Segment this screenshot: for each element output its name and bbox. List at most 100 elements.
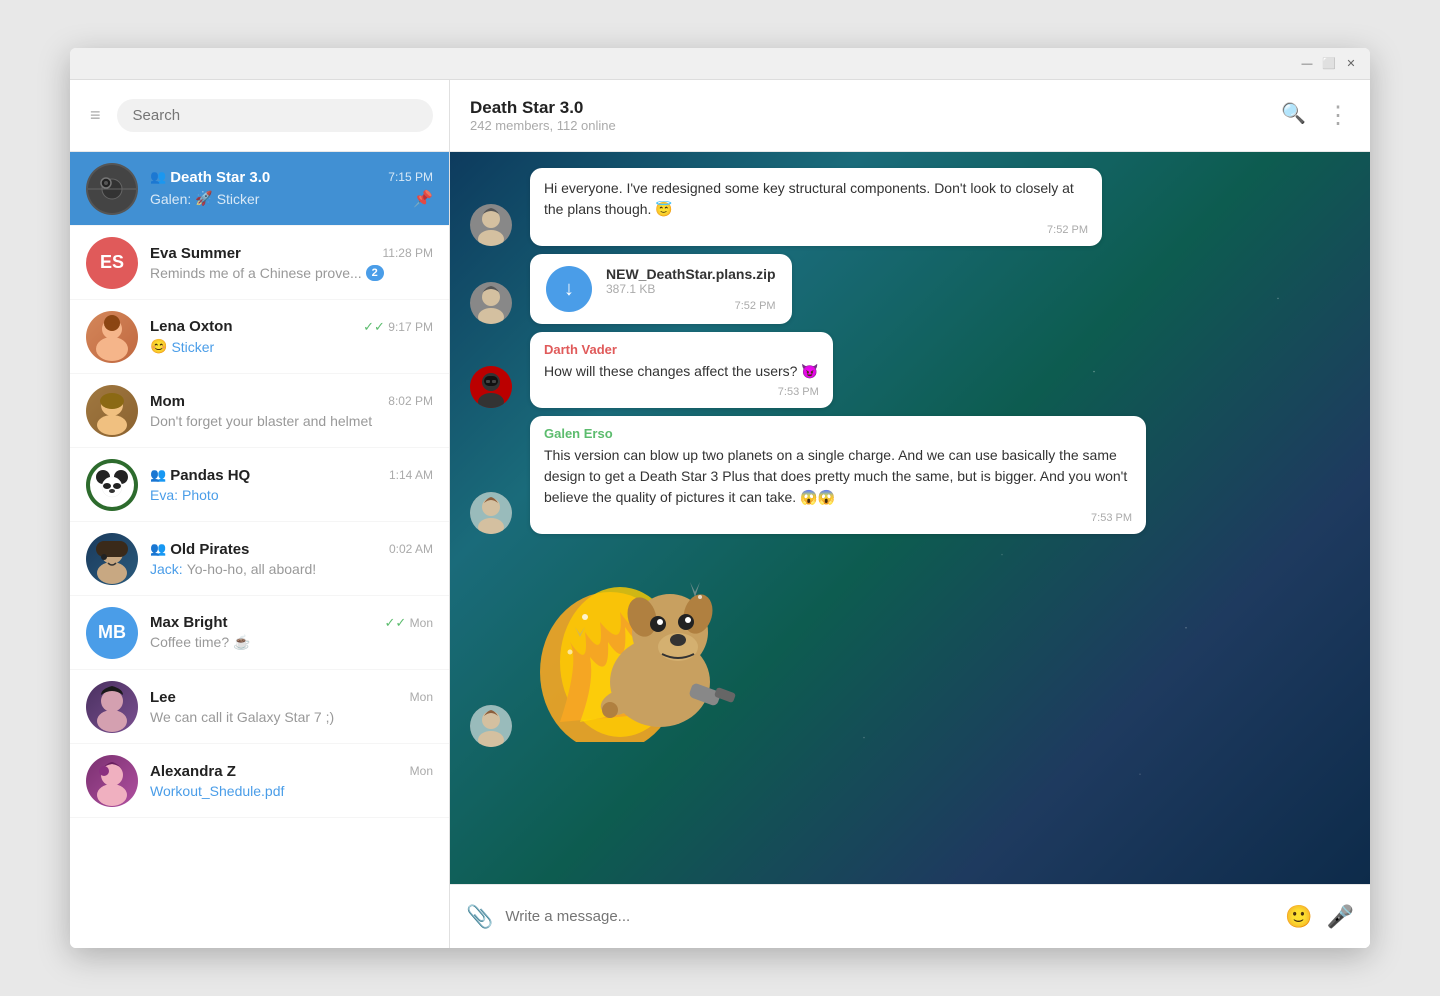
search-icon[interactable]: 🔍 (1281, 101, 1306, 130)
chat-preview-lena-oxton: 😊 Sticker (150, 338, 433, 355)
app-body: ≡ (70, 80, 1370, 948)
avatar-old-pirates (86, 533, 138, 585)
message-sticker (470, 542, 1350, 747)
chat-item-old-pirates[interactable]: 👥 Old Pirates 0:02 AM Jack: Yo-ho-ho, al… (70, 522, 449, 596)
msg-text-1: Hi everyone. I've redesigned some key st… (544, 178, 1088, 220)
message-avatar-2 (470, 282, 512, 324)
chat-time-pandas-hq: 1:14 AM (389, 468, 433, 482)
chat-item-alexandra-z[interactable]: Alexandra Z Mon Workout_Shedule.pdf (70, 744, 449, 818)
chat-item-eva-summer[interactable]: ES Eva Summer 11:28 PM Reminds me of a C… (70, 226, 449, 300)
avatar-eva-summer: ES (86, 237, 138, 289)
search-input[interactable] (117, 99, 433, 132)
chat-item-mom[interactable]: Mom 8:02 PM Don't forget your blaster an… (70, 374, 449, 448)
chat-name-eva-summer: Eva Summer (150, 245, 241, 262)
message-avatar-1 (470, 204, 512, 246)
chat-item-max-bright[interactable]: MB Max Bright ✓✓ Mon (70, 596, 449, 670)
msg-text-darth: How will these changes affect the users?… (544, 361, 819, 382)
file-name: NEW_DeathStar.plans.zip (606, 266, 776, 282)
message-avatar-darth (470, 366, 512, 408)
chat-time-mom: 8:02 PM (388, 394, 433, 408)
message-2: ↓ NEW_DeathStar.plans.zip 387.1 KB 7:52 … (470, 254, 1350, 324)
more-icon[interactable]: ⋮ (1326, 101, 1350, 130)
message-input[interactable] (505, 908, 1273, 925)
chat-header-subtitle: 242 members, 112 online (470, 118, 1281, 133)
badge-eva-summer: 2 (366, 265, 384, 281)
emoji-icon[interactable]: 🙂 (1285, 904, 1312, 930)
avatar-max-bright: MB (86, 607, 138, 659)
group-icon-death-star: 👥 (150, 169, 166, 185)
chat-info-alexandra-z: Alexandra Z Mon Workout_Shedule.pdf (150, 763, 433, 799)
chat-info-lena-oxton: Lena Oxton ✓✓ 9:17 PM 😊 Sticker (150, 318, 433, 355)
pin-icon: 📌 (413, 189, 433, 209)
chat-name-pandas-hq: 👥 Pandas HQ (150, 467, 250, 484)
chat-info-old-pirates: 👥 Old Pirates 0:02 AM Jack: Yo-ho-ho, al… (150, 541, 433, 577)
chat-preview-lee: We can call it Galaxy Star 7 ;) (150, 709, 433, 725)
chat-time-lena-oxton: ✓✓ 9:17 PM (363, 319, 433, 335)
message-3: Darth Vader How will these changes affec… (470, 332, 1350, 408)
file-download-icon[interactable]: ↓ (546, 266, 592, 312)
chat-preview-mom: Don't forget your blaster and helmet (150, 413, 433, 429)
input-right-icons: 🙂 🎤 (1285, 904, 1354, 930)
chat-time-eva-summer: 11:28 PM (383, 246, 433, 260)
check-icon-max: ✓✓ (385, 615, 407, 630)
avatar-pandas-hq (86, 459, 138, 511)
chat-info-pandas-hq: 👥 Pandas HQ 1:14 AM Eva: Photo (150, 467, 433, 503)
chat-header-icons: 🔍 ⋮ (1281, 101, 1350, 130)
chat-input-bar: 📎 🙂 🎤 (450, 884, 1370, 948)
chat-time-lee: Mon (410, 690, 433, 704)
avatar-lee (86, 681, 138, 733)
chat-item-lee[interactable]: Lee Mon We can call it Galaxy Star 7 ;) (70, 670, 449, 744)
chat-name-lee: Lee (150, 689, 176, 706)
check-icon-lena: ✓✓ (363, 319, 385, 334)
chat-preview-death-star: Galen: 🚀 Sticker 📌 (150, 189, 433, 209)
chat-panel: Death Star 3.0 242 members, 112 online 🔍… (450, 80, 1370, 948)
avatar-death-star (86, 163, 138, 215)
maximize-button[interactable]: ⬜ (1322, 57, 1336, 71)
chat-header: Death Star 3.0 242 members, 112 online 🔍… (450, 80, 1370, 152)
msg-time-2: 7:52 PM (606, 300, 776, 312)
file-size: 387.1 KB (606, 282, 776, 296)
attach-icon[interactable]: 📎 (466, 904, 493, 930)
group-icon-pandas: 👥 (150, 467, 166, 483)
chat-name-alexandra-z: Alexandra Z (150, 763, 236, 780)
chat-name-death-star: 👥 Death Star 3.0 (150, 169, 270, 186)
chat-name-lena-oxton: Lena Oxton (150, 318, 233, 335)
chat-time-max-bright: ✓✓ Mon (385, 615, 433, 631)
title-bar: — ⬜ ✕ (70, 48, 1370, 80)
message-bubble-1: Hi everyone. I've redesigned some key st… (530, 168, 1102, 246)
message-bubble-file: ↓ NEW_DeathStar.plans.zip 387.1 KB 7:52 … (530, 254, 792, 324)
chat-info-mom: Mom 8:02 PM Don't forget your blaster an… (150, 393, 433, 429)
title-bar-controls: — ⬜ ✕ (1300, 57, 1358, 71)
msg-sender-galen: Galen Erso (544, 426, 1132, 441)
sticker-wrapper (530, 542, 760, 747)
chat-header-name: Death Star 3.0 (470, 98, 1281, 118)
avatar-alexandra-z (86, 755, 138, 807)
chat-info-death-star: 👥 Death Star 3.0 7:15 PM Galen: 🚀 Sticke… (150, 169, 433, 209)
msg-sender-darth: Darth Vader (544, 342, 819, 357)
hamburger-icon[interactable]: ≡ (86, 101, 105, 130)
minimize-button[interactable]: — (1300, 57, 1314, 71)
chat-time-death-star: 7:15 PM (388, 170, 433, 184)
sticker-svg (530, 542, 760, 742)
msg-text-galen: This version can blow up two planets on … (544, 445, 1132, 508)
chat-name-mom: Mom (150, 393, 185, 410)
chat-item-pandas-hq[interactable]: 👥 Pandas HQ 1:14 AM Eva: Photo (70, 448, 449, 522)
close-button[interactable]: ✕ (1344, 57, 1358, 71)
app-window: — ⬜ ✕ ≡ (70, 48, 1370, 948)
chat-item-death-star[interactable]: 👥 Death Star 3.0 7:15 PM Galen: 🚀 Sticke… (70, 152, 449, 226)
chat-time-old-pirates: 0:02 AM (389, 542, 433, 556)
mic-icon[interactable]: 🎤 (1327, 904, 1354, 930)
chat-info-lee: Lee Mon We can call it Galaxy Star 7 ;) (150, 689, 433, 725)
chat-preview-old-pirates: Jack: Yo-ho-ho, all aboard! (150, 561, 433, 577)
chat-preview-eva-summer: Reminds me of a Chinese prove... 2 (150, 265, 433, 281)
avatar-mom (86, 385, 138, 437)
chat-preview-pandas-hq: Eva: Photo (150, 487, 433, 503)
message-bubble-galen: Galen Erso This version can blow up two … (530, 416, 1146, 534)
chat-info-max-bright: Max Bright ✓✓ Mon Coffee time? ☕ (150, 614, 433, 651)
msg-time-1: 7:52 PM (544, 224, 1088, 236)
chat-info-eva-summer: Eva Summer 11:28 PM Reminds me of a Chin… (150, 245, 433, 281)
chat-name-max-bright: Max Bright (150, 614, 228, 631)
messages-container: Hi everyone. I've redesigned some key st… (470, 168, 1350, 747)
chat-item-lena-oxton[interactable]: Lena Oxton ✓✓ 9:17 PM 😊 Sticker (70, 300, 449, 374)
message-bubble-darth: Darth Vader How will these changes affec… (530, 332, 833, 408)
